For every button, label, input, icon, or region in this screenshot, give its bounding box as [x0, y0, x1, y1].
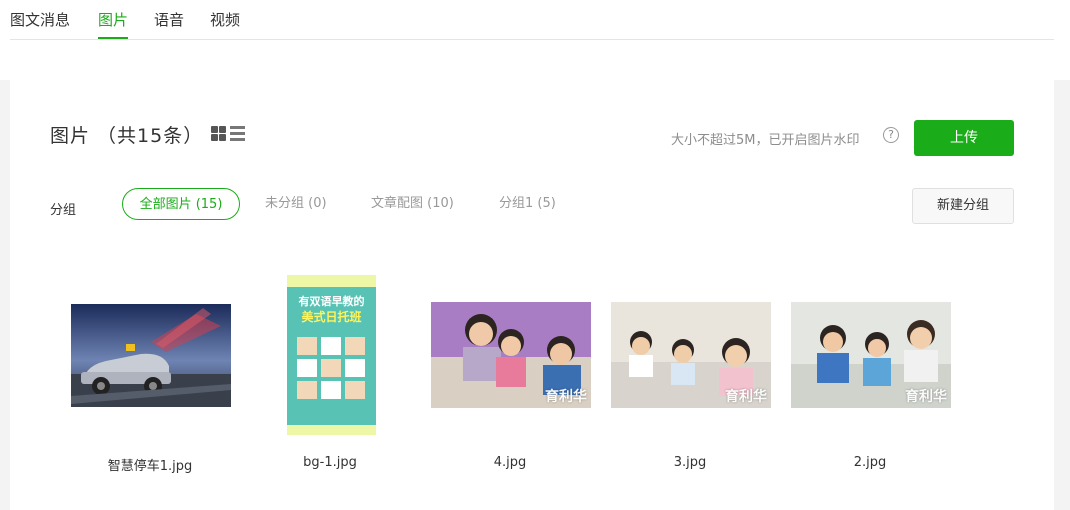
list-view-icon[interactable] — [230, 126, 245, 141]
image-library-card: 图片 （共15条） 大小不超过5M，已开启图片水印 ? 上传 分组 全部图片 (… — [10, 80, 1054, 510]
children-photo-thumbnail-2[interactable]: 育利华 — [791, 302, 951, 408]
poster-top-strip — [287, 275, 376, 287]
poster-bottom-strip — [287, 425, 376, 435]
children-photo-thumbnail-3[interactable]: 育利华 — [611, 302, 771, 408]
upload-button[interactable]: 上传 — [914, 120, 1014, 156]
watermark-text: 育利华 — [725, 389, 767, 405]
image-filename: 智慧停车1.jpg — [107, 459, 193, 474]
image-filename: 2.jpg — [853, 455, 887, 470]
poster-photo-grid — [297, 337, 365, 399]
poster-photo-thumbnail[interactable]: 有双语早教的 美式日托班 — [287, 275, 376, 435]
tab-images[interactable]: 图片 — [98, 9, 129, 39]
spacer-band — [0, 40, 1070, 80]
car-photo-thumbnail[interactable] — [71, 304, 231, 407]
page-title: 图片 （共15条） — [50, 125, 204, 147]
tab-voice[interactable]: 语音 — [154, 9, 184, 39]
watermark-text: 育利华 — [545, 389, 587, 405]
image-filename: 3.jpg — [673, 455, 707, 470]
top-tab-bar: 图文消息 图片 语音 视频 — [0, 0, 1070, 40]
group-1[interactable]: 分组1 (5) — [499, 188, 556, 220]
group-all-images[interactable]: 全部图片 (15) — [122, 188, 240, 220]
new-group-button[interactable]: 新建分组 — [912, 188, 1014, 224]
group-article-images[interactable]: 文章配图 (10) — [371, 188, 454, 220]
poster-title-1: 有双语早教的 — [298, 295, 365, 308]
children-photo-thumbnail-4[interactable]: 育利华 — [431, 302, 591, 408]
poster-title-2: 美式日托班 — [301, 310, 362, 324]
tab-video[interactable]: 视频 — [210, 9, 240, 39]
help-icon[interactable]: ? — [883, 127, 899, 143]
tab-news[interactable]: 图文消息 — [10, 9, 70, 39]
group-ungrouped[interactable]: 未分组 (0) — [265, 188, 327, 220]
upload-hint: 大小不超过5M，已开启图片水印 — [671, 133, 860, 148]
image-filename: bg-1.jpg — [303, 455, 357, 470]
group-label: 分组 — [50, 203, 77, 218]
image-filename: 4.jpg — [493, 455, 527, 470]
grid-view-icon[interactable] — [211, 126, 226, 141]
watermark-text: 育利华 — [905, 389, 947, 405]
